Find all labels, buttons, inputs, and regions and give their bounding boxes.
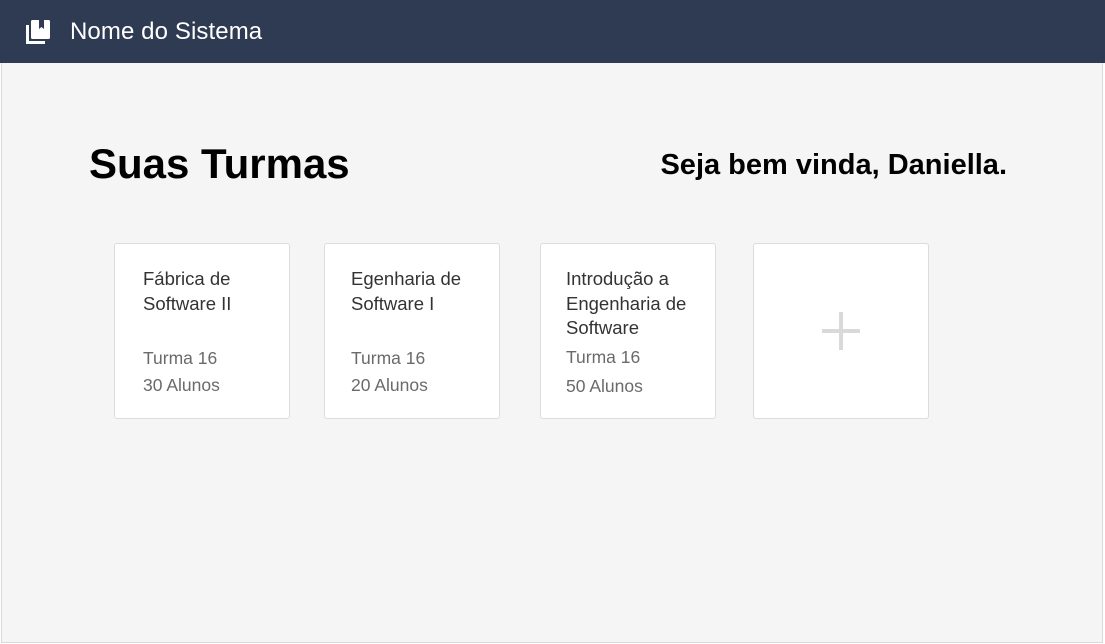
course-card-introducao-engenharia-software[interactable]: Introdução a Engenharia de Software Turm… [540,243,716,419]
top-navbar: Nome do Sistema [0,0,1105,63]
course-card-fabrica-software-ii[interactable]: Fábrica de Software II Turma 16 30 Aluno… [114,243,290,419]
add-course-button[interactable] [753,243,929,419]
course-card-engenharia-software-i[interactable]: Egenharia de Software I Turma 16 20 Alun… [324,243,500,419]
course-name: Fábrica de Software II [143,268,232,314]
plus-icon [822,312,860,350]
main-content: Suas Turmas Seja bem vinda, Daniella. Fá… [1,63,1103,643]
book-library-icon [25,19,51,45]
page-title: Suas Turmas [89,140,350,187]
welcome-message: Seja bem vinda, Daniella. [660,149,1007,181]
course-students: 30 Alunos [143,375,220,395]
system-name[interactable]: Nome do Sistema [70,18,262,46]
course-students: 20 Alunos [351,375,428,395]
course-students: 50 Alunos [566,376,643,396]
course-class: Turma 16 [351,348,426,368]
course-name: Introdução a Engenharia de Software [566,268,687,338]
course-class: Turma 16 [143,348,218,368]
course-class: Turma 16 [566,347,641,367]
course-name: Egenharia de Software I [351,268,462,314]
